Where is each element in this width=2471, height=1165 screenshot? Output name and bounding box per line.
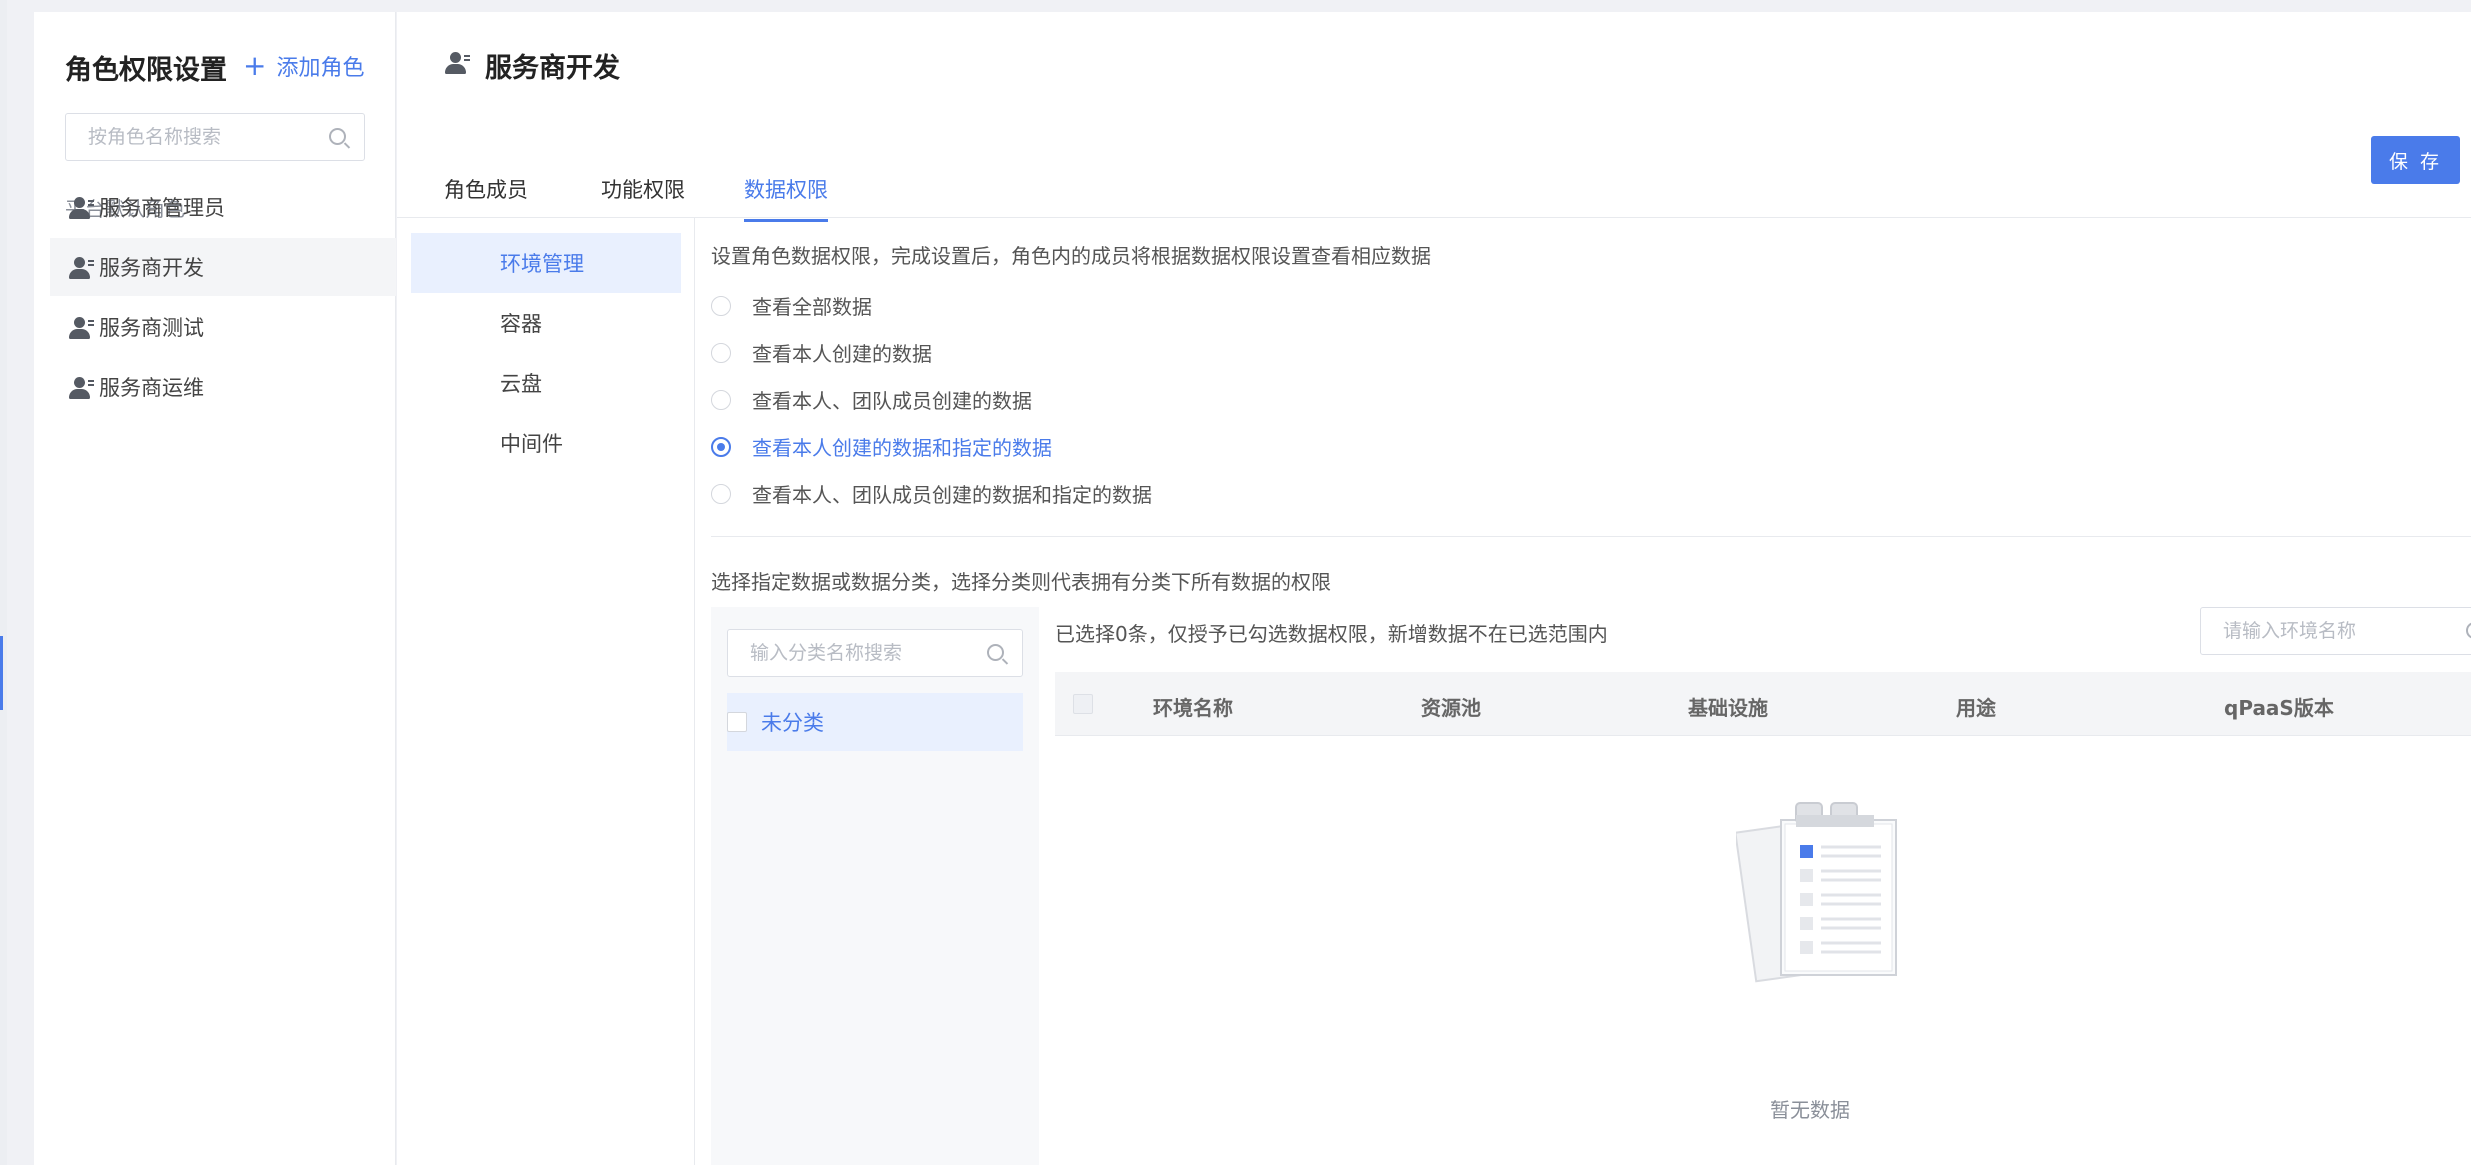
radio-circle[interactable] [711, 295, 731, 316]
radio-label: 查看全部数据 [752, 295, 872, 319]
radio-circle[interactable] [711, 436, 731, 457]
category-checkbox[interactable] [727, 712, 747, 732]
radio-label: 查看本人创建的数据和指定的数据 [752, 436, 1052, 460]
sidebar-title: 角色权限设置 [65, 55, 227, 86]
sidebar-item-label: 服务商运维 [99, 376, 204, 400]
user-role-icon [68, 197, 96, 219]
subnav-item-container[interactable]: 容器 [411, 293, 681, 353]
tab-role-members[interactable]: 角色成员 [444, 174, 528, 219]
sidebar-item-service-admin[interactable]: 服务商管理员 [50, 178, 396, 236]
role-search-input[interactable] [66, 114, 364, 160]
subnav-item-middleware[interactable]: 中间件 [411, 413, 681, 473]
radio-view-own[interactable]: 查看本人创建的数据 [711, 338, 932, 367]
sidebar-item-label: 服务商测试 [99, 316, 204, 340]
table-header: 环境名称 资源池 基础设施 用途 qPaaS版本 [1055, 672, 2471, 736]
section-divider [711, 536, 2471, 537]
role-search-field [65, 113, 365, 161]
category-search-input[interactable] [728, 630, 1022, 676]
radio-view-own-team[interactable]: 查看本人、团队成员创建的数据 [711, 385, 1032, 414]
column-env-name[interactable]: 环境名称 [1153, 692, 1233, 721]
add-role-label: 添加角色 [276, 56, 365, 81]
resource-type-nav: 环境管理 容器 云盘 中间件 [397, 218, 695, 1165]
radio-circle[interactable] [711, 342, 731, 363]
radio-view-own-and-assigned[interactable]: 查看本人创建的数据和指定的数据 [711, 432, 1052, 461]
sidebar-item-label: 服务商开发 [99, 256, 204, 280]
column-qpaas-version[interactable]: qPaaS版本 [2224, 692, 2334, 721]
user-role-icon [444, 52, 472, 74]
category-search-field [727, 629, 1023, 677]
clipboard-empty-icon [1736, 802, 1897, 983]
role-detail-panel: 服务商开发 保 存 角色成员 功能权限 数据权限 环境管理 容器 云盘 中间件 … [397, 12, 2471, 1165]
user-role-icon [68, 257, 96, 279]
page-title: 服务商开发 [485, 53, 620, 84]
radio-view-all[interactable]: 查看全部数据 [711, 291, 872, 320]
radio-view-own-team-and-assigned[interactable]: 查看本人、团队成员创建的数据和指定的数据 [711, 479, 1152, 508]
data-permission-content: 设置角色数据权限，完成设置后，角色内的成员将根据数据权限设置查看相应数据 查看全… [711, 218, 2471, 1165]
search-icon[interactable] [329, 128, 346, 145]
radio-label: 查看本人、团队成员创建的数据和指定的数据 [752, 483, 1152, 507]
env-search-input[interactable] [2201, 608, 2471, 654]
sidebar-item-service-ops[interactable]: 服务商运维 [50, 358, 396, 416]
column-resource-pool[interactable]: 资源池 [1421, 692, 1481, 721]
sidebar-item-service-dev[interactable]: 服务商开发 [50, 238, 396, 296]
tab-function-permission[interactable]: 功能权限 [601, 174, 685, 219]
selection-info: 已选择0条，仅授予已勾选数据权限，新增数据不在已选范围内 [1055, 622, 1608, 646]
category-item-uncategorized[interactable]: 未分类 [727, 693, 1023, 751]
data-permission-description: 设置角色数据权限，完成设置后，角色内的成员将根据数据权限设置查看相应数据 [711, 244, 1431, 268]
permission-tabs: 角色成员 功能权限 数据权限 [397, 152, 2471, 222]
env-search-field [2200, 607, 2471, 655]
tab-data-permission[interactable]: 数据权限 [744, 174, 828, 222]
radio-circle[interactable] [711, 389, 731, 410]
category-panel: 未分类 [711, 607, 1039, 1165]
radio-label: 查看本人、团队成员创建的数据 [752, 389, 1032, 413]
user-role-icon [68, 317, 96, 339]
assign-data-description: 选择指定数据或数据分类，选择分类则代表拥有分类下所有数据的权限 [711, 570, 1331, 594]
edge-indicator [0, 636, 3, 710]
select-all-checkbox[interactable] [1073, 694, 1093, 714]
add-role-button[interactable]: + 添加角色 [243, 50, 364, 82]
left-edge-strip [0, 0, 7, 1165]
search-icon[interactable] [987, 644, 1004, 661]
column-usage[interactable]: 用途 [1956, 692, 1996, 721]
subnav-item-env-management[interactable]: 环境管理 [411, 233, 681, 293]
radio-circle[interactable] [711, 483, 731, 504]
radio-label: 查看本人创建的数据 [752, 342, 932, 366]
column-infrastructure[interactable]: 基础设施 [1688, 692, 1768, 721]
user-role-icon [68, 377, 96, 399]
sidebar-item-service-test[interactable]: 服务商测试 [50, 298, 396, 356]
empty-state-text: 暂无数据 [1770, 1098, 1850, 1122]
sidebar-item-label: 服务商管理员 [99, 196, 225, 220]
category-label: 未分类 [761, 711, 824, 735]
role-sidebar: 角色权限设置 + 添加角色 平台默认角色 服务商管理员 服务商开发 服务商测试 … [34, 12, 396, 1165]
subnav-item-cloud-disk[interactable]: 云盘 [411, 353, 681, 413]
plus-icon: + [243, 49, 267, 82]
